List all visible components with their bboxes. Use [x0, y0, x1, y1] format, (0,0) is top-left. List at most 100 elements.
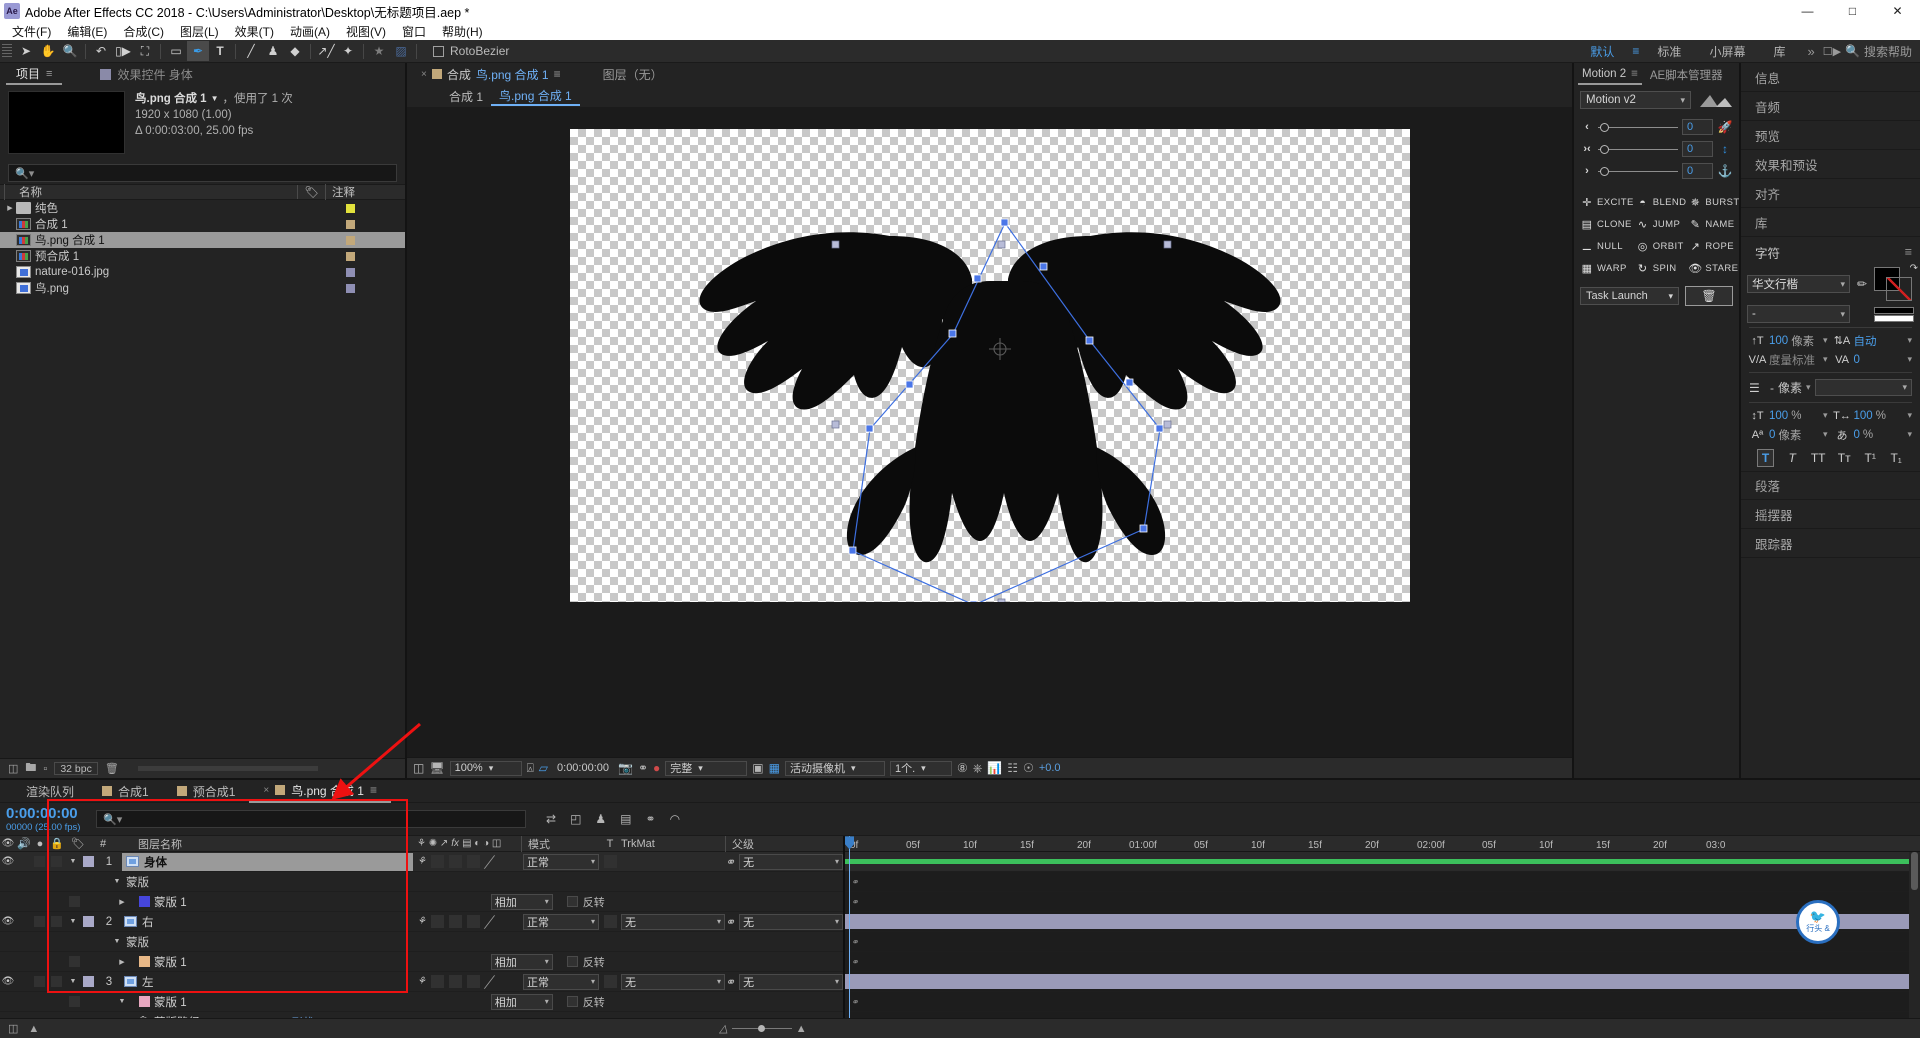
expand-triangle-icon[interactable]: ▶	[108, 958, 136, 966]
accordion-effects-presets[interactable]: 效果和预设	[1741, 150, 1920, 179]
rope-button[interactable]: ↗ROPE	[1688, 237, 1739, 256]
workspace-default[interactable]: 默认	[1576, 40, 1628, 63]
zoom-in-icon[interactable]: ▲	[796, 1023, 807, 1035]
menu-item-file[interactable]: 文件(F)	[4, 23, 59, 40]
vertical-scale-field[interactable]: ↕T 100 % ▾	[1749, 407, 1828, 424]
workspace-library[interactable]: 库	[1759, 40, 1799, 63]
accordion-info[interactable]: 信息	[1741, 63, 1920, 92]
current-time-display[interactable]: 0:00:00:00 00000 (25.00 fps)	[0, 805, 92, 833]
time-ruler[interactable]: 0f 05f 10f 15f 20f 01:00f 05f 10f 15f 20…	[845, 836, 1920, 852]
table-row[interactable]: ▼ 蒙版	[0, 872, 843, 892]
tab-precomp-1[interactable]: 预合成1	[163, 780, 250, 803]
camera-dropdown[interactable]: 活动摄像机 ▾	[785, 761, 885, 776]
timeline-graph[interactable]: 0f 05f 10f 15f 20f 01:00f 05f 10f 15f 20…	[845, 836, 1920, 1018]
workspace-standard[interactable]: 标准	[1643, 40, 1695, 63]
trkmat-dropdown[interactable]: 无▾	[621, 974, 725, 990]
delete-icon[interactable]: 🗑	[105, 762, 119, 775]
viewer-timecode[interactable]: 0:00:00:00	[553, 762, 613, 774]
list-item[interactable]: 预合成 1	[0, 248, 405, 264]
swap-colors-icon[interactable]: ↷	[1910, 263, 1918, 274]
table-row[interactable]: ▶ 蒙版 1 相加▾ 反转	[0, 952, 843, 972]
label-swatch[interactable]	[346, 236, 355, 245]
tab-bird-comp-1[interactable]: × 鸟.png 合成 1 ≡	[249, 780, 391, 803]
column-name[interactable]: 名称	[4, 184, 297, 200]
list-item[interactable]: ▶ 纯色	[0, 200, 405, 216]
breadcrumb-comp-1[interactable]: 合成 1	[441, 86, 491, 106]
blend-button[interactable]: ◓BLEND	[1636, 193, 1687, 212]
monitor-icon[interactable]: 🖥	[429, 761, 444, 775]
superscript-button[interactable]: T¹	[1862, 451, 1878, 465]
column-label-icon[interactable]: 🏷	[297, 185, 325, 199]
puppet-pin-tool[interactable]: ✦	[337, 41, 359, 61]
parent-header[interactable]: 父级	[725, 836, 843, 852]
parent-pick-whip-icon[interactable]: ⚭	[725, 855, 735, 869]
panel-menu-icon[interactable]: ≡	[1631, 68, 1638, 80]
spin-button[interactable]: ↻SPIN	[1636, 259, 1687, 278]
table-row[interactable]: ▶ 蒙版 1 相加▾ 反转	[0, 892, 843, 912]
small-caps-button[interactable]: Tᴛ	[1836, 451, 1852, 465]
subscript-button[interactable]: T₁	[1888, 451, 1904, 465]
tab-ae-script-manager[interactable]: AE脚本管理器	[1642, 64, 1727, 85]
lock-toggle[interactable]	[48, 916, 66, 927]
toolbar-grip[interactable]	[2, 44, 12, 58]
menu-item-layer[interactable]: 图层(L)	[172, 23, 227, 40]
zoom-tool[interactable]: 🔍	[59, 41, 81, 61]
close-button[interactable]: ✕	[1875, 0, 1920, 22]
close-icon[interactable]: ×	[421, 69, 427, 80]
zoom-level-dropdown[interactable]: 100% ▾	[450, 761, 522, 776]
menu-item-help[interactable]: 帮助(H)	[434, 23, 491, 40]
workspace-small-screen[interactable]: 小屏幕	[1695, 40, 1759, 63]
exposure-value[interactable]: +0.0	[1039, 762, 1061, 774]
channel-icon[interactable]: ●	[653, 761, 660, 775]
label-swatch[interactable]	[346, 284, 355, 293]
fill-stroke-swatches[interactable]: ↷	[1874, 267, 1914, 301]
column-comment[interactable]: 注释	[325, 184, 405, 200]
label-swatch[interactable]	[346, 252, 355, 261]
stare-button[interactable]: 👁STARE	[1688, 259, 1739, 278]
label-color[interactable]	[80, 976, 96, 987]
mask-mode-dropdown[interactable]: 相加▾	[491, 994, 553, 1010]
expand-triangle-icon[interactable]: ▼	[110, 938, 124, 945]
rotation-tool[interactable]: ↶	[90, 41, 112, 61]
accordion-align[interactable]: 对齐	[1741, 179, 1920, 208]
track-row[interactable]: ⚭	[845, 932, 1920, 952]
mask-lock-toggle[interactable]	[66, 956, 84, 967]
menu-item-view[interactable]: 视图(V)	[338, 23, 394, 40]
expand-triangle-icon[interactable]: ▼	[66, 918, 80, 925]
table-row[interactable]: ▼ 蒙版	[0, 932, 843, 952]
expand-triangle-icon[interactable]: ▼	[66, 978, 80, 985]
timeline-zoom-slider[interactable]: △ ▲	[719, 1022, 806, 1035]
expand-collapse-icon[interactable]: ▲	[28, 1023, 39, 1035]
tab-project[interactable]: 项目 ≡	[6, 64, 62, 85]
mask-invert-checkbox[interactable]: 反转	[567, 994, 605, 1010]
snapshot-icon[interactable]: 📷	[618, 761, 633, 775]
video-toggle[interactable]: 👁	[0, 856, 16, 867]
list-item[interactable]: 鸟.png	[0, 280, 405, 296]
table-row[interactable]: 👁 ▼ 3 左 ⚘╱	[0, 972, 843, 992]
motion-blur-icon[interactable]: ⚭	[646, 812, 656, 826]
label-color[interactable]	[80, 856, 96, 867]
stroke-style-dropdown[interactable]: ▾	[1815, 379, 1912, 396]
table-row[interactable]: 👁 ▼ 2 右 ⚘╱	[0, 912, 843, 932]
grid-guides-icon[interactable]: ▦	[769, 761, 780, 775]
expand-triangle-icon[interactable]: ▶	[108, 898, 136, 906]
mask-color[interactable]	[136, 956, 152, 967]
mask-lock-toggle[interactable]	[66, 896, 84, 907]
parent-pick-whip-icon[interactable]: ⚭	[725, 915, 735, 929]
track-row[interactable]: 🐦 行头 &	[845, 912, 1920, 932]
playhead[interactable]	[849, 836, 850, 1018]
ease-in-value[interactable]: 0	[1682, 119, 1713, 135]
ease-out-value[interactable]: 0	[1682, 163, 1713, 179]
mask-color[interactable]	[136, 996, 152, 1007]
layer-mode-dropdown[interactable]: 正常▾	[521, 854, 599, 870]
type-tool[interactable]: T	[209, 41, 231, 61]
layer-name[interactable]: 右	[122, 914, 413, 930]
lock-toggle[interactable]	[48, 856, 66, 867]
baseline-shift-field[interactable]: Aª 0 像素 ▾	[1749, 426, 1828, 443]
mini-flowchart-icon[interactable]: ⇄	[546, 812, 556, 826]
layer-switches[interactable]: ⚘╱	[413, 915, 521, 929]
list-item[interactable]: nature-016.jpg	[0, 264, 405, 280]
new-folder-icon[interactable]: 🖿	[25, 759, 36, 778]
horizontal-scale-field[interactable]: T↔ 100 % ▾	[1834, 407, 1913, 424]
sync-settings-icon[interactable]: ☐▶	[1823, 45, 1841, 58]
